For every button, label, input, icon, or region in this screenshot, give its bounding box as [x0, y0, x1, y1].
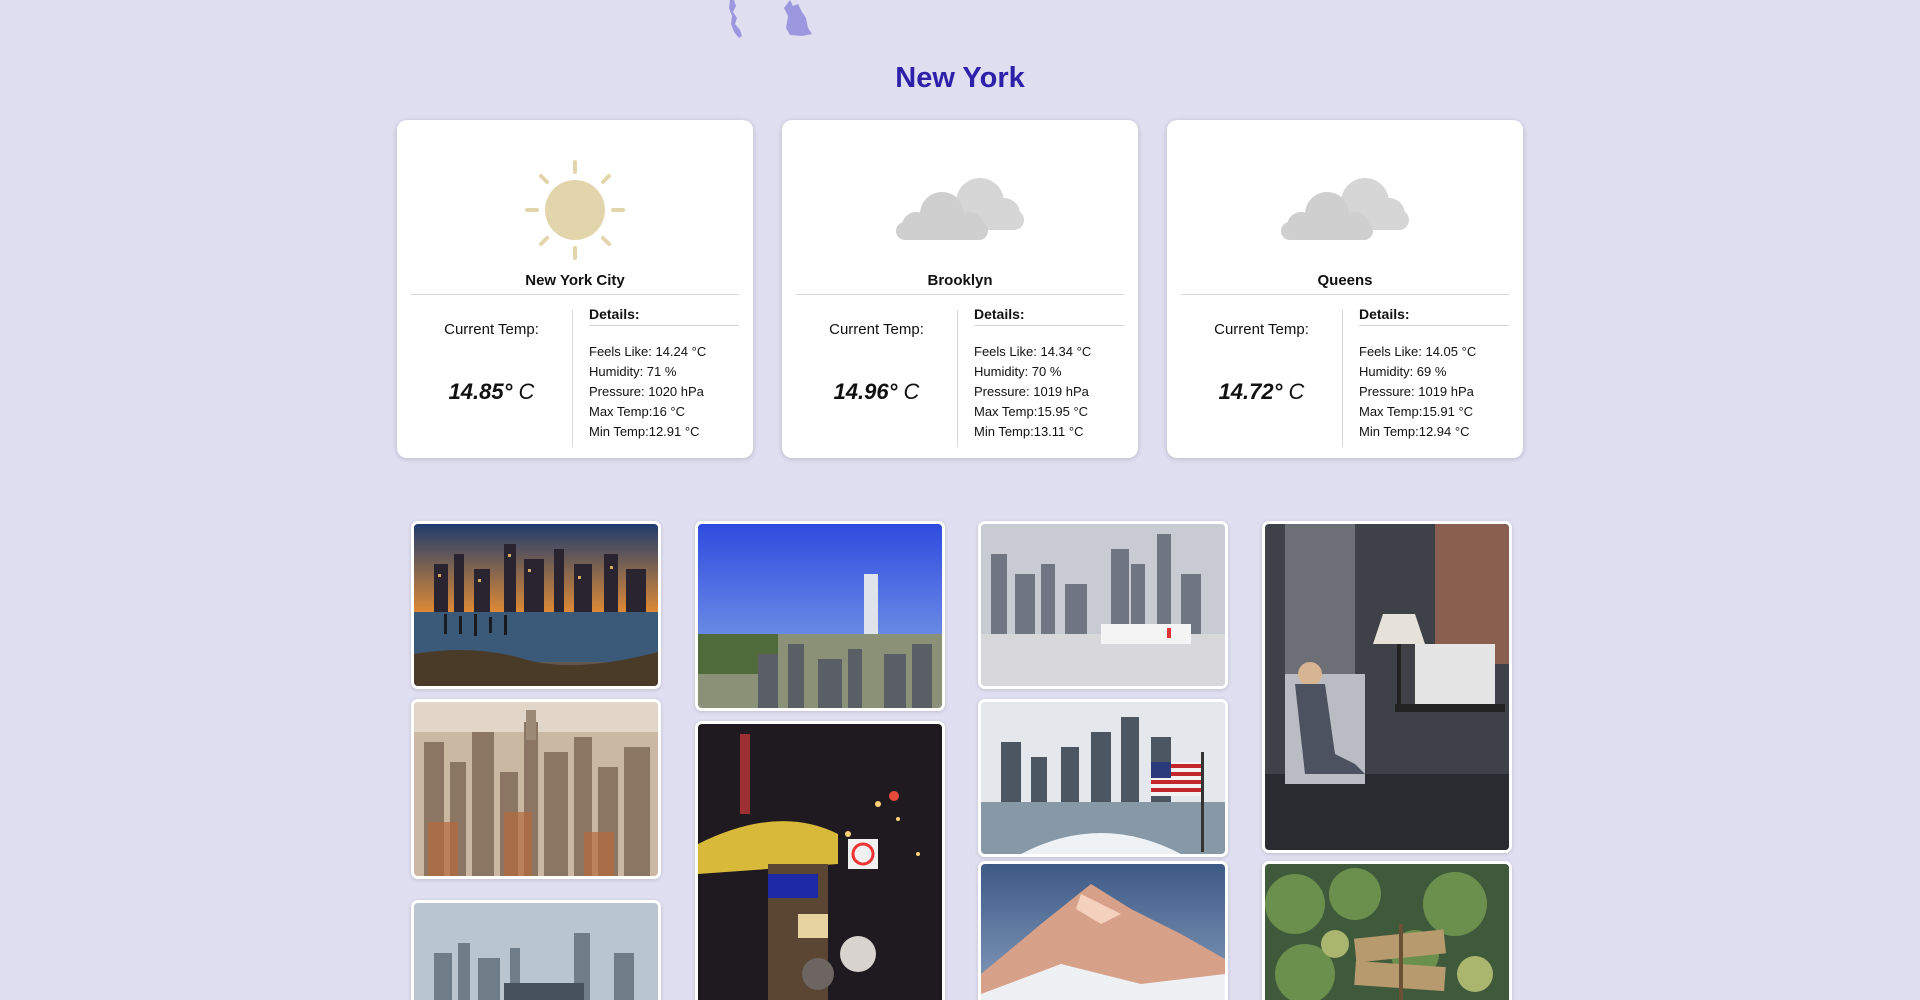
current-temp-value: 14.72° C: [1181, 379, 1342, 405]
details-section: Details: Feels Like: 14.34 °C Humidity: …: [974, 306, 1124, 442]
weather-page: New York New York City Current Temp: 14.…: [0, 0, 1920, 1000]
current-temp-label: Current Temp:: [1214, 321, 1309, 338]
map-fragment-icon: [729, 0, 812, 38]
temp-number: 14.72°: [1218, 379, 1283, 404]
weather-cards: New York City Current Temp: 14.85° C Det…: [397, 120, 1523, 458]
cloud-icon: [1281, 178, 1409, 240]
tall-tower-blue-sky-photo[interactable]: [695, 521, 945, 711]
detail-humidity: Humidity: 69 %: [1359, 364, 1447, 379]
temp-unit: C: [1282, 379, 1305, 404]
detail-max-temp: Max Temp:15.91 °C: [1359, 404, 1474, 419]
sun-icon: [525, 160, 625, 260]
details-section: Details: Feels Like: 14.05 °C Humidity: …: [1359, 306, 1509, 442]
temp-unit: C: [512, 379, 535, 404]
detail-min-temp: Min Temp:12.91 °C: [589, 424, 700, 439]
weather-icon-wrap: [782, 156, 1138, 264]
detail-pressure: Pressure: 1019 hPa: [1359, 384, 1474, 399]
temp-unit: C: [897, 379, 920, 404]
current-temp-section: Current Temp: 14.72° C: [1181, 310, 1343, 447]
detail-feels-like: Feels Like: 14.24 °C: [589, 344, 707, 359]
temp-number: 14.96°: [833, 379, 898, 404]
detail-feels-like: Feels Like: 14.05 °C: [1359, 344, 1477, 359]
woman-living-room-photo[interactable]: [1262, 521, 1512, 853]
detail-pressure: Pressure: 1019 hPa: [974, 384, 1089, 399]
detail-min-temp: Min Temp:12.94 °C: [1359, 424, 1470, 439]
night-skyline-pier-photo[interactable]: [411, 521, 661, 689]
detail-pressure: Pressure: 1020 hPa: [589, 384, 704, 399]
page-title: New York: [895, 62, 1025, 94]
foggy-skyline-photo[interactable]: [411, 900, 661, 1000]
card-city-name: Queens: [1181, 272, 1509, 295]
current-temp-value: 14.96° C: [796, 379, 957, 405]
card-city-name: New York City: [411, 272, 739, 295]
detail-min-temp: Min Temp:13.11 °C: [974, 424, 1084, 439]
current-temp-label: Current Temp:: [829, 321, 924, 338]
harbor-ship-skyline-photo[interactable]: [978, 521, 1228, 689]
weather-icon-wrap: [397, 156, 753, 264]
detail-humidity: Humidity: 71 %: [589, 364, 677, 379]
snowy-mountain-photo[interactable]: [978, 861, 1228, 1000]
street-food-cart-night-photo[interactable]: [695, 721, 945, 1000]
current-temp-label: Current Temp:: [444, 321, 539, 338]
detail-max-temp: Max Temp:16 °C: [589, 404, 685, 419]
details-label: Details:: [974, 306, 1124, 326]
details-label: Details:: [1359, 306, 1509, 326]
current-temp-section: Current Temp: 14.85° C: [411, 310, 573, 447]
details-label: Details:: [589, 306, 739, 326]
details-section: Details: Feels Like: 14.24 °C Humidity: …: [589, 306, 739, 442]
weather-card-brooklyn: Brooklyn Current Temp: 14.96° C Details:…: [782, 120, 1138, 458]
ferry-flag-skyline-photo[interactable]: [978, 699, 1228, 857]
weather-card-nyc: New York City Current Temp: 14.85° C Det…: [397, 120, 753, 458]
card-city-name: Brooklyn: [796, 272, 1124, 295]
detail-max-temp: Max Temp:15.95 °C: [974, 404, 1089, 419]
cloud-icon: [896, 178, 1024, 240]
weather-icon-wrap: [1167, 156, 1523, 264]
current-temp-section: Current Temp: 14.96° C: [796, 310, 958, 447]
garden-no-entry-sign-photo[interactable]: [1262, 861, 1512, 1000]
aerial-midtown-photo[interactable]: [411, 699, 661, 879]
temp-number: 14.85°: [448, 379, 513, 404]
current-temp-value: 14.85° C: [411, 379, 572, 405]
detail-humidity: Humidity: 70 %: [974, 364, 1062, 379]
weather-card-queens: Queens Current Temp: 14.72° C Details: F…: [1167, 120, 1523, 458]
detail-feels-like: Feels Like: 14.34 °C: [974, 344, 1092, 359]
